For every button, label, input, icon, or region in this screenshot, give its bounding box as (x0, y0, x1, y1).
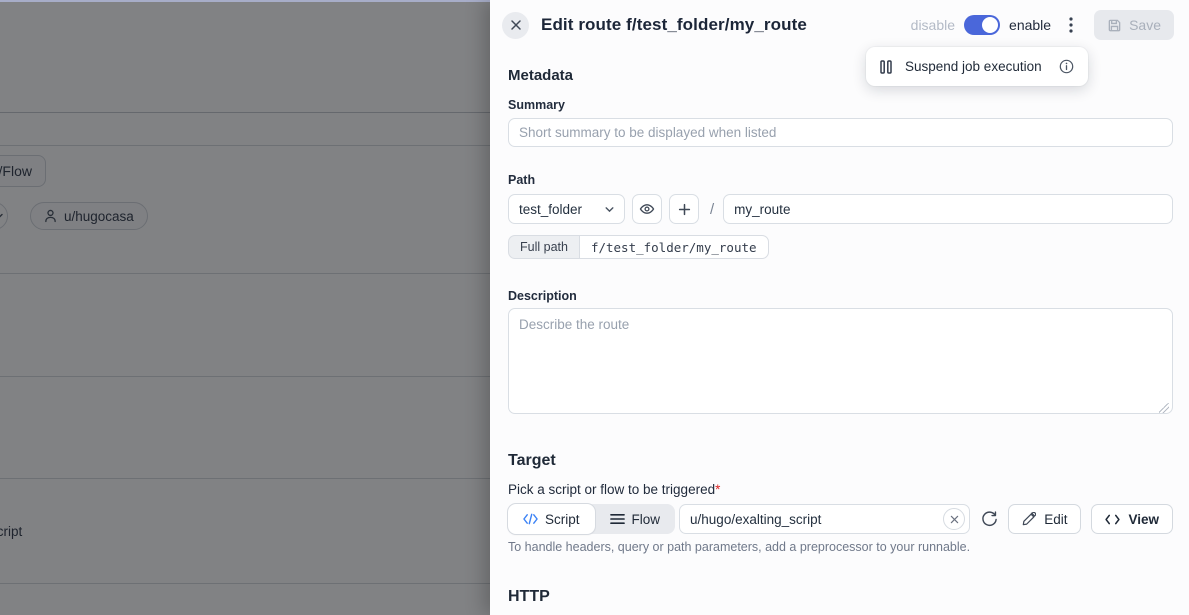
summary-input[interactable] (508, 118, 1173, 147)
description-textarea[interactable] (508, 308, 1173, 414)
enable-label: enable (1009, 17, 1051, 33)
info-icon (1059, 59, 1074, 74)
code-icon (523, 513, 538, 525)
tab-script[interactable]: Script (508, 504, 595, 534)
code-brackets-icon (1105, 514, 1120, 525)
suspend-job-label: Suspend job execution (905, 59, 1042, 74)
drawer-content: Metadata Summary Path test_folder / Full… (490, 50, 1189, 615)
top-progress-line (0, 0, 490, 2)
runnable-picker-row: Script Flow Edit (508, 504, 1173, 534)
folder-select[interactable]: test_folder (508, 194, 625, 224)
target-heading: Target (508, 452, 1173, 470)
summary-label: Summary (508, 98, 1173, 112)
runnable-path-input[interactable] (679, 504, 970, 534)
close-icon (950, 515, 959, 524)
description-label: Description (508, 289, 1173, 303)
chevron-down-icon (604, 204, 615, 215)
full-path-label: Full path (508, 235, 579, 259)
save-button[interactable]: Save (1094, 10, 1174, 40)
edit-runnable-button[interactable]: Edit (1008, 504, 1081, 534)
path-label: Path (508, 173, 1173, 187)
runnable-input-wrap (679, 504, 970, 534)
runnable-picker-label: Pick a script or flow to be triggered* (508, 482, 1173, 497)
preprocessor-helper-text: To handle headers, query or path paramet… (508, 540, 1173, 554)
drawer-title: Edit route f/test_folder/my_route (541, 15, 807, 35)
add-folder-button[interactable] (669, 194, 699, 224)
kebab-menu-icon (1069, 17, 1073, 33)
view-folder-button[interactable] (632, 194, 662, 224)
full-path-row: Full path f/test_folder/my_route (508, 235, 769, 259)
http-heading: HTTP (508, 588, 1173, 606)
view-runnable-button[interactable]: View (1091, 504, 1173, 534)
script-flow-toggle-group: Script Flow (508, 504, 675, 534)
edit-route-drawer: Edit route f/test_folder/my_route disabl… (490, 0, 1189, 615)
modal-overlay[interactable] (0, 0, 490, 615)
tab-flow[interactable]: Flow (595, 504, 676, 534)
folder-select-value: test_folder (519, 202, 582, 217)
view-button-label: View (1128, 512, 1159, 527)
pause-icon (880, 60, 892, 74)
refresh-icon (981, 511, 998, 528)
disable-label: disable (911, 17, 955, 33)
path-row: test_folder / (508, 194, 1173, 224)
path-separator: / (710, 201, 714, 218)
flow-list-icon (610, 513, 625, 525)
drawer-header: Edit route f/test_folder/my_route disabl… (490, 0, 1189, 50)
toggle-knob (982, 17, 998, 33)
enable-toggle[interactable] (964, 15, 1000, 35)
edit-button-label: Edit (1044, 512, 1067, 527)
plus-icon (678, 203, 691, 216)
close-icon (510, 19, 522, 31)
save-icon (1107, 18, 1122, 33)
tab-script-label: Script (545, 512, 580, 527)
background-page: /Flow u/hugocasa script (0, 0, 490, 615)
resize-handle[interactable] (1159, 403, 1169, 413)
full-path-value: f/test_folder/my_route (579, 235, 769, 259)
more-options-button[interactable] (1069, 17, 1073, 33)
route-name-input[interactable] (723, 194, 1173, 224)
save-button-label: Save (1129, 17, 1161, 33)
required-asterisk: * (715, 482, 720, 497)
tab-flow-label: Flow (632, 512, 661, 527)
close-button[interactable] (502, 12, 529, 39)
eye-icon (639, 201, 655, 217)
pencil-icon (1022, 512, 1036, 526)
refresh-runnable-button[interactable] (981, 511, 998, 528)
suspend-job-menu-item[interactable]: Suspend job execution (866, 47, 1088, 86)
